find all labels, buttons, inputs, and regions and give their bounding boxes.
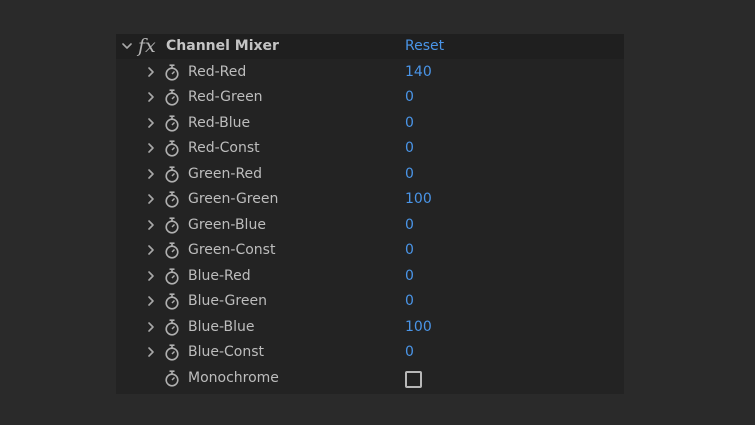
stopwatch-icon[interactable] [164,216,180,234]
param-row-green-green[interactable]: Green-Green 100 [116,187,624,212]
param-label: Red-Const [188,140,260,156]
stopwatch-icon[interactable] [164,369,180,387]
stopwatch-icon[interactable] [164,140,180,157]
param-label: Blue-Blue [188,318,255,335]
param-value[interactable]: 100 [405,315,432,340]
param-value[interactable]: 0 [405,85,414,110]
effect-controls-panel: fx Channel Mixer Reset Red-Red 140 Red-G… [116,34,624,394]
stopwatch-icon[interactable] [164,344,180,361]
param-label: Green-Red [188,165,263,182]
stopwatch-icon[interactable] [164,267,180,285]
param-row-green-blue[interactable]: Green-Blue 0 [116,213,624,238]
param-value[interactable]: 0 [405,238,414,263]
param-value[interactable]: 0 [405,264,414,289]
param-label: Green-Green [188,191,279,207]
param-label: Green-Const [188,242,276,258]
param-value[interactable]: 100 [405,187,432,212]
param-value[interactable]: 0 [405,111,414,136]
param-label: Blue-Green [188,293,267,309]
param-row-blue-green[interactable]: Blue-Green 0 [116,289,624,314]
chevron-right-icon[interactable] [144,345,158,359]
param-row-blue-blue[interactable]: Blue-Blue 100 [116,315,624,340]
chevron-right-icon[interactable] [144,294,158,308]
param-value[interactable]: 0 [405,162,414,187]
stopwatch-icon[interactable] [164,89,180,106]
chevron-right-icon[interactable] [144,141,158,155]
effect-header-row[interactable]: fx Channel Mixer Reset [116,34,624,59]
monochrome-checkbox[interactable] [405,370,422,388]
param-label: Red-Green [188,89,263,105]
chevron-right-icon[interactable] [144,167,158,181]
chevron-right-icon[interactable] [144,116,158,130]
param-value[interactable]: 0 [405,340,414,365]
chevron-right-icon[interactable] [144,90,158,104]
param-row-green-red[interactable]: Green-Red 0 [116,162,624,187]
fx-icon[interactable]: fx [138,34,156,59]
chevron-right-icon[interactable] [144,218,158,232]
chevron-right-icon[interactable] [144,320,158,334]
reset-button[interactable]: Reset [405,34,444,59]
chevron-down-icon[interactable] [120,39,134,53]
param-value[interactable]: 0 [405,289,414,314]
param-value[interactable]: 140 [405,60,432,85]
effect-name: Channel Mixer [166,38,279,54]
param-label: Blue-Const [188,344,265,360]
chevron-right-icon[interactable] [144,243,158,257]
chevron-right-icon[interactable] [144,269,158,283]
param-row-red-blue[interactable]: Red-Blue 0 [116,111,624,136]
param-row-red-const[interactable]: Red-Const 0 [116,136,624,161]
stopwatch-icon[interactable] [164,63,180,81]
stopwatch-icon[interactable] [164,318,180,336]
stopwatch-icon[interactable] [164,293,180,310]
param-row-blue-const[interactable]: Blue-Const 0 [116,340,624,365]
stopwatch-icon[interactable] [164,191,180,208]
param-label: Red-Blue [188,114,251,131]
param-label: Monochrome [188,369,279,386]
param-value[interactable]: 0 [405,213,414,238]
param-label: Red-Red [188,63,247,80]
param-label: Green-Blue [188,216,266,233]
param-row-red-green[interactable]: Red-Green 0 [116,85,624,110]
param-row-red-red[interactable]: Red-Red 140 [116,60,624,85]
param-row-monochrome[interactable]: Monochrome [116,366,624,391]
stopwatch-icon[interactable] [164,242,180,259]
chevron-right-icon[interactable] [144,192,158,206]
param-row-green-const[interactable]: Green-Const 0 [116,238,624,263]
chevron-right-icon[interactable] [144,65,158,79]
param-row-blue-red[interactable]: Blue-Red 0 [116,264,624,289]
param-value[interactable]: 0 [405,136,414,161]
stopwatch-icon[interactable] [164,165,180,183]
param-label: Blue-Red [188,267,251,284]
stopwatch-icon[interactable] [164,114,180,132]
